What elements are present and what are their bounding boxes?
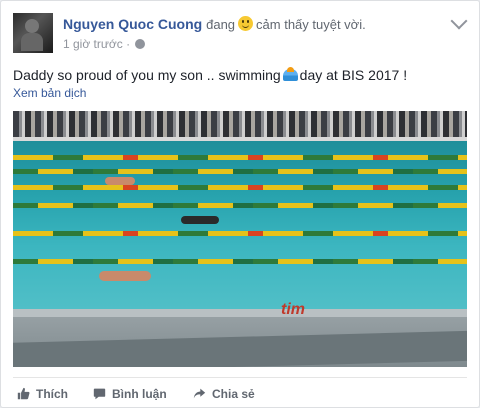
actions-divider [13, 377, 467, 378]
share-button[interactable]: Chia sẻ [193, 387, 255, 401]
swimmer-emoji-icon [282, 67, 298, 81]
post-meta: 1 giờ trước · [63, 37, 146, 51]
lane-rope [13, 231, 467, 236]
post-text: Daddy so proud of you my son .. swimming… [13, 67, 407, 83]
post-text-part1: Daddy so proud of you my son .. swimming [13, 67, 281, 83]
lane-rope [13, 203, 467, 208]
swimmer [105, 177, 135, 185]
feeling-text[interactable]: cảm thấy tuyệt vời. [256, 17, 366, 32]
chevron-down-icon[interactable] [450, 12, 468, 30]
pool-logo: tim [281, 301, 305, 318]
profile-avatar[interactable] [13, 13, 53, 53]
post-card: Nguyen Quoc Cuong đang cảm thấy tuyệt vời… [0, 0, 480, 408]
smile-emoji-icon [238, 16, 254, 31]
swimmer [99, 271, 151, 281]
like-button[interactable]: Thích [17, 387, 68, 401]
feeling-prefix: đang [206, 17, 236, 32]
lane-rope [13, 259, 467, 264]
meta-separator: · [126, 37, 131, 51]
translate-link[interactable]: Xem bản dịch [13, 86, 86, 100]
share-label: Chia sẻ [212, 387, 255, 401]
globe-icon[interactable] [135, 39, 146, 49]
like-label: Thích [36, 387, 68, 401]
timestamp[interactable]: 1 giờ trước [63, 37, 123, 51]
comment-icon [93, 388, 106, 400]
author-name[interactable]: Nguyen Quoc Cuong [63, 16, 202, 32]
share-icon [193, 388, 206, 399]
author-line: Nguyen Quoc Cuong đang cảm thấy tuyệt vời… [63, 16, 366, 32]
comment-button[interactable]: Bình luận [93, 387, 167, 401]
swimmer [181, 216, 219, 224]
lane-rope [13, 185, 467, 190]
post-photo[interactable]: tim [13, 111, 467, 367]
lane-rope [13, 155, 467, 160]
pool-edge [13, 309, 467, 317]
lane-rope [13, 169, 467, 174]
pool-water [13, 141, 467, 317]
post-header: Nguyen Quoc Cuong đang cảm thấy tuyệt vời… [13, 12, 468, 53]
post-text-part2: day at BIS 2017 ! [299, 67, 408, 83]
comment-label: Bình luận [112, 387, 167, 401]
action-bar: Thích Bình luận Chia sẻ [13, 381, 467, 407]
like-icon [17, 387, 30, 400]
